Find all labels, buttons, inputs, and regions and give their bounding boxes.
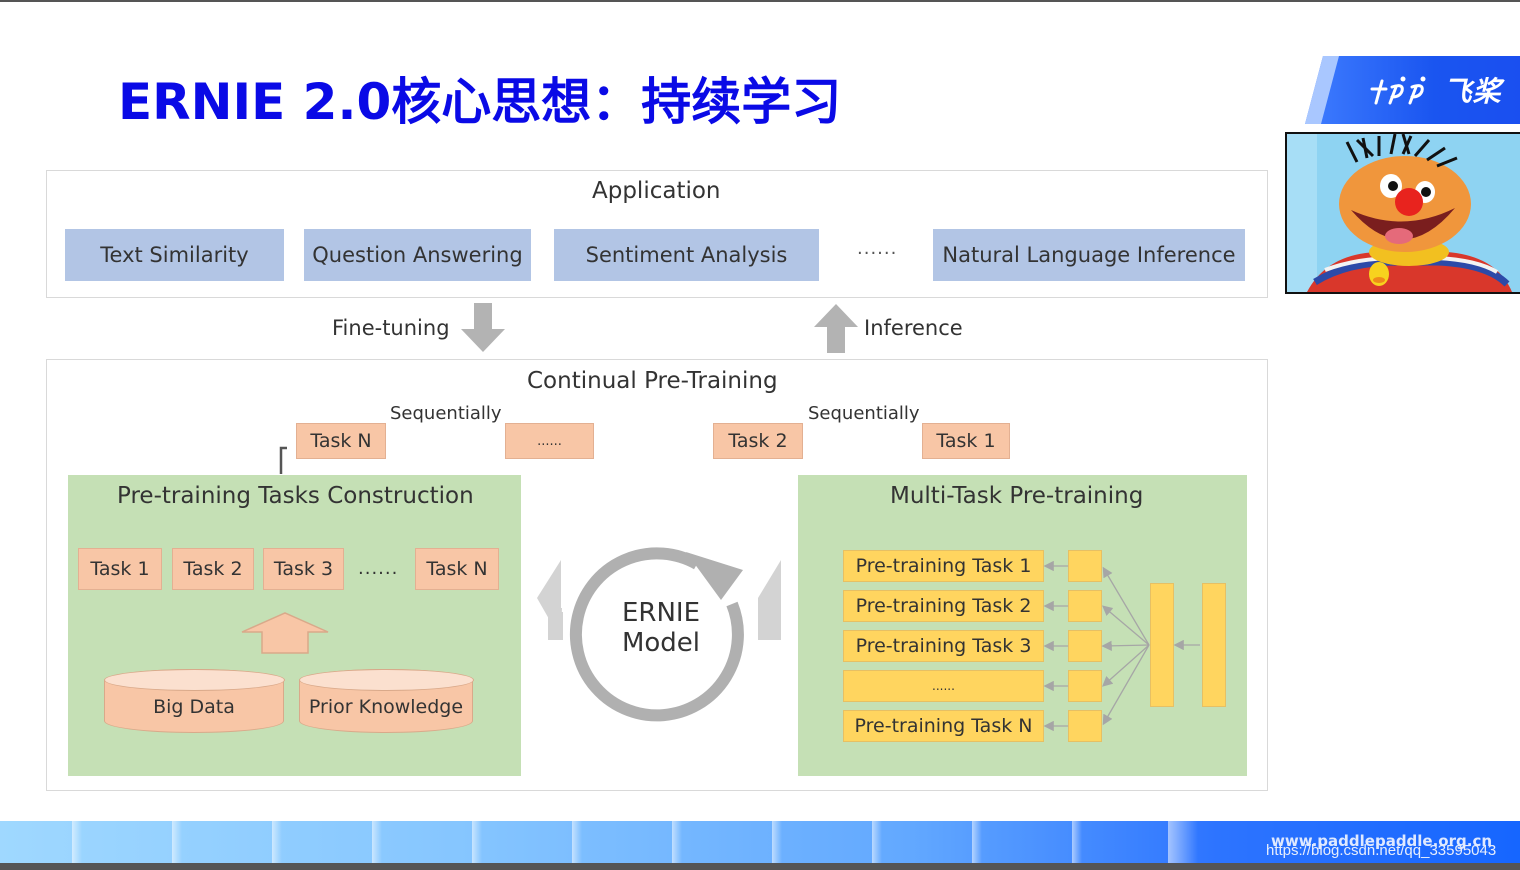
construction-task-2: Task 2 bbox=[172, 548, 254, 590]
continual-pretraining-heading: Continual Pre-Training bbox=[527, 368, 778, 394]
footer-segment bbox=[972, 821, 982, 863]
model-line-2: Model bbox=[621, 628, 701, 658]
footer-segment bbox=[1072, 821, 1082, 863]
footer-segment bbox=[272, 821, 282, 863]
multitask-connectors bbox=[1043, 560, 1200, 732]
mascot-illustration bbox=[1287, 134, 1520, 292]
right-arrow-icon bbox=[758, 560, 781, 640]
app-task-natural-language-inference: Natural Language Inference bbox=[933, 229, 1245, 281]
fine-tuning-label: Fine-tuning bbox=[332, 316, 450, 340]
footer-segment bbox=[872, 821, 882, 863]
construction-task-1: Task 1 bbox=[78, 548, 162, 590]
prior-knowledge-cylinder: Prior Knowledge bbox=[298, 668, 474, 733]
footer-segment bbox=[572, 821, 582, 863]
footer-segment bbox=[372, 821, 382, 863]
pretraining-task-3: Pre-training Task 3 bbox=[843, 630, 1044, 662]
big-data-label: Big Data bbox=[153, 696, 235, 718]
csdn-watermark: https://blog.csdn.net/qq_33595043 bbox=[1266, 842, 1497, 859]
model-line-1: ERNIE bbox=[621, 598, 701, 628]
sequence-task-1: Task 1 bbox=[922, 423, 1010, 459]
footer-bottom-bar bbox=[0, 863, 1520, 870]
pretraining-task-ellipsis: ...... bbox=[843, 670, 1044, 702]
footer-segment bbox=[172, 821, 182, 863]
mascot-photo bbox=[1285, 132, 1520, 294]
connector-bracket-icon bbox=[279, 446, 287, 474]
tasks-construction-heading: Pre-training Tasks Construction bbox=[117, 483, 474, 509]
multitask-heading: Multi-Task Pre-training bbox=[890, 483, 1144, 509]
paddle-logo-icon bbox=[1370, 76, 1426, 105]
inference-label: Inference bbox=[864, 316, 963, 340]
ernie-model-label: ERNIE Model bbox=[621, 598, 701, 658]
sequence-task-n: Task N bbox=[296, 423, 386, 459]
footer-segment bbox=[672, 821, 682, 863]
cycle-arrowhead-icon bbox=[686, 552, 743, 600]
app-task-question-answering: Question Answering bbox=[304, 229, 531, 281]
construction-ellipsis: ...... bbox=[358, 558, 399, 579]
footer-segment bbox=[1168, 821, 1198, 863]
footer-segment bbox=[472, 821, 482, 863]
app-task-text-similarity: Text Similarity bbox=[65, 229, 284, 281]
footer-segment bbox=[72, 821, 82, 863]
top-border bbox=[0, 0, 1520, 2]
application-heading: Application bbox=[592, 178, 721, 204]
slide-title: ERNIE 2.0核心思想：持续学习 bbox=[118, 73, 842, 131]
sequentially-label-2: Sequentially bbox=[808, 403, 920, 424]
app-ellipsis: ...... bbox=[857, 238, 898, 259]
pretraining-task-2: Pre-training Task 2 bbox=[843, 590, 1044, 622]
pretraining-task-1: Pre-training Task 1 bbox=[843, 550, 1044, 582]
construction-task-n: Task N bbox=[415, 548, 499, 590]
left-arrow-body-icon bbox=[548, 612, 563, 640]
sequence-task-2: Task 2 bbox=[713, 423, 803, 459]
fine-tuning-down-arrow-icon bbox=[461, 303, 505, 352]
prior-knowledge-label: Prior Knowledge bbox=[308, 696, 464, 718]
app-task-sentiment-analysis: Sentiment Analysis bbox=[554, 229, 819, 281]
paddlepaddle-logo: 飞桨 bbox=[1370, 70, 1501, 110]
footer-segment bbox=[772, 821, 782, 863]
sequence-ellipsis: ...... bbox=[505, 423, 594, 459]
sequentially-label-1: Sequentially bbox=[390, 403, 502, 424]
construction-up-arrow-icon bbox=[241, 612, 329, 654]
construction-task-3: Task 3 bbox=[263, 548, 344, 590]
pretraining-task-n: Pre-training Task N bbox=[843, 710, 1044, 742]
logo-text: 飞桨 bbox=[1443, 75, 1502, 108]
inference-up-arrow-icon bbox=[814, 304, 858, 353]
big-data-cylinder: Big Data bbox=[103, 668, 285, 733]
